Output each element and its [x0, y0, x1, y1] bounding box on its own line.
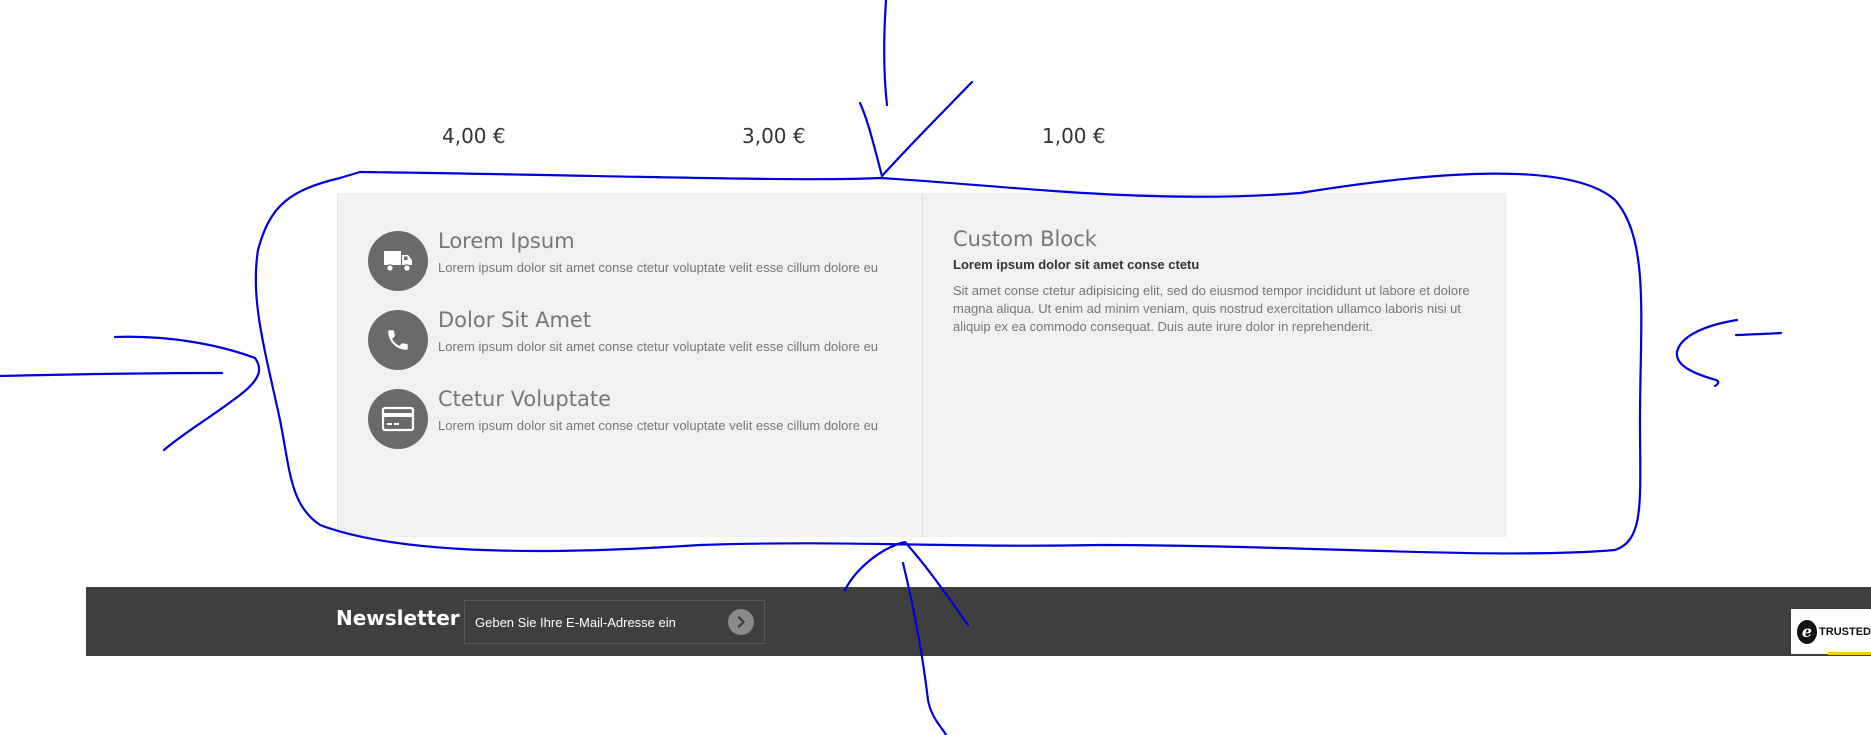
service-text: Lorem ipsum dolor sit amet conse ctetur … [438, 339, 879, 354]
service-item: Dolor Sit Amet Lorem ipsum dolor sit ame… [368, 308, 908, 372]
trusted-accent-bar [1828, 652, 1871, 655]
annotation-arrow [883, 0, 889, 107]
service-text: Lorem ipsum dolor sit amet conse ctetur … [438, 418, 879, 433]
annotation-arrow [113, 335, 261, 452]
truck-icon [384, 251, 412, 272]
trusted-badge-label: TRUSTED [1819, 625, 1871, 638]
service-icon-circle [368, 389, 428, 449]
service-title: Lorem Ipsum [438, 229, 575, 253]
newsletter-form [464, 600, 765, 644]
annotation-arrow [0, 371, 224, 378]
custom-block-text: Sit amet conse ctetur adipisicing elit, … [953, 283, 1470, 334]
price-label: 4,00 € [442, 124, 506, 148]
services-column: Lorem Ipsum Lorem ipsum dolor sit amet c… [338, 193, 923, 537]
price-row: 4,00 € 3,00 € 1,00 € [0, 124, 1871, 154]
custom-block-subtitle: Lorem ipsum dolor sit amet conse ctetu [953, 257, 1200, 272]
annotation-arrow [1734, 331, 1783, 337]
price-label: 1,00 € [1042, 124, 1106, 148]
newsletter-submit-button[interactable] [728, 609, 754, 635]
service-title: Ctetur Voluptate [438, 387, 611, 411]
chevron-right-icon [737, 616, 745, 628]
service-text: Lorem ipsum dolor sit amet conse ctetur … [438, 260, 879, 275]
annotation-arrow [1675, 318, 1739, 388]
service-item: Lorem Ipsum Lorem ipsum dolor sit amet c… [368, 229, 908, 293]
phone-icon [388, 330, 408, 350]
credit-card-icon [381, 406, 415, 432]
custom-block-title: Custom Block [953, 227, 1097, 251]
service-icon-circle [368, 231, 428, 291]
custom-block: Custom Block Lorem ipsum dolor sit amet … [923, 193, 1508, 537]
services-panel: Lorem Ipsum Lorem ipsum dolor sit amet c… [337, 193, 1507, 537]
service-title: Dolor Sit Amet [438, 308, 592, 332]
trusted-shops-logo-icon: e [1797, 619, 1818, 644]
price-label: 3,00 € [742, 124, 806, 148]
newsletter-email-input[interactable] [475, 614, 728, 630]
newsletter-bar: Newsletter [86, 587, 1871, 656]
service-item: Ctetur Voluptate Lorem ipsum dolor sit a… [368, 387, 908, 451]
trusted-shops-badge[interactable]: e TRUSTED [1791, 609, 1871, 654]
service-icon-circle [368, 310, 428, 370]
newsletter-title: Newsletter [336, 606, 460, 630]
